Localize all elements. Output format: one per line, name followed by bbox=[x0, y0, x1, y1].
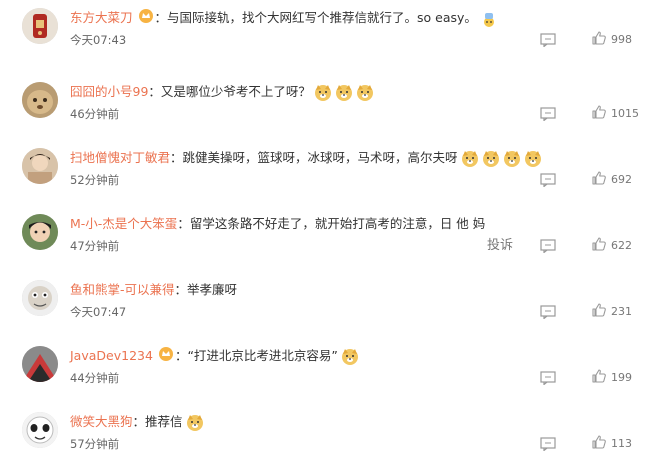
comment-item: 扫地僧愧对丁敏君：跳健美操呀，篮球呀，冰球呀，马术呀，高尔夫呀 52分钟前 69… bbox=[0, 140, 660, 206]
comment-time: 47分钟前 bbox=[70, 239, 120, 253]
thumbs-up-icon[interactable] bbox=[591, 302, 607, 318]
comment-time: 今天07:43 bbox=[70, 33, 127, 47]
comment-time: 今天07:47 bbox=[70, 305, 127, 319]
comment-time: 57分钟前 bbox=[70, 437, 120, 451]
username-link[interactable]: 微笑大黑狗 bbox=[70, 414, 133, 429]
reply-icon[interactable] bbox=[540, 172, 556, 188]
vip-crown-icon bbox=[158, 346, 173, 367]
comment-text: “打进北京比考进北京容易” bbox=[187, 348, 338, 363]
username-link[interactable]: JavaDev1234 bbox=[70, 348, 153, 363]
doge-icon bbox=[356, 84, 374, 102]
comment-time: 52分钟前 bbox=[70, 173, 120, 187]
comment-item: M-小-杰是个大笨蛋：留学这条路不好走了，就开始打高考的注意，日 他 妈 47分… bbox=[0, 206, 660, 272]
comment-text: 与国际接轨，找个大网红写个推荐信就行了。so easy。 bbox=[167, 10, 477, 25]
doge-icon bbox=[314, 84, 332, 102]
avatar[interactable] bbox=[22, 8, 58, 44]
doge-icon bbox=[186, 414, 204, 432]
comment-time: 44分钟前 bbox=[70, 371, 120, 385]
avatar[interactable] bbox=[22, 346, 58, 382]
thumbs-up-icon[interactable] bbox=[591, 434, 607, 450]
avatar[interactable] bbox=[22, 412, 58, 448]
username-link[interactable]: 扫地僧愧对丁敏君 bbox=[70, 150, 170, 165]
comment-time: 46分钟前 bbox=[70, 107, 120, 121]
comment-text: 留学这条路不好走了，就开始打高考的注意，日 他 妈 bbox=[189, 216, 486, 231]
reply-icon[interactable] bbox=[540, 370, 556, 386]
avatar[interactable] bbox=[22, 148, 58, 184]
doge-icon bbox=[482, 150, 500, 168]
reply-icon[interactable] bbox=[540, 238, 556, 254]
doge-icon bbox=[341, 348, 359, 366]
avatar[interactable] bbox=[22, 214, 58, 250]
reply-icon[interactable] bbox=[540, 106, 556, 122]
doge-icon bbox=[524, 150, 542, 168]
comment-text: 举孝廉呀 bbox=[187, 282, 238, 297]
thumbs-up-icon[interactable] bbox=[591, 104, 607, 120]
comment-item: 微笑大黑狗：推荐信 57分钟前 113 bbox=[0, 404, 660, 470]
like-count: 622 bbox=[611, 239, 632, 252]
like-count: 998 bbox=[611, 33, 632, 46]
username-link[interactable]: 囧囧的小号99 bbox=[70, 84, 148, 99]
avatar[interactable] bbox=[22, 280, 58, 316]
comment-list: 东方大菜刀 ：与国际接轨，找个大网红写个推荐信就行了。so easy。 今天07:… bbox=[0, 0, 660, 460]
thumbs-up-icon[interactable] bbox=[591, 368, 607, 384]
username-link[interactable]: 东方大菜刀 bbox=[70, 10, 133, 25]
comment-item: 东方大菜刀 ：与国际接轨，找个大网红写个推荐信就行了。so easy。 今天07:… bbox=[0, 0, 660, 66]
doge-icon bbox=[503, 150, 521, 168]
like-count: 231 bbox=[611, 305, 632, 318]
like-count: 199 bbox=[611, 371, 632, 384]
comment-text: 推荐信 bbox=[145, 414, 183, 429]
doge-icon bbox=[461, 150, 479, 168]
comment-text: 又是哪位少爷考不上了呀？ bbox=[160, 84, 311, 99]
username-link[interactable]: M-小-杰是个大笨蛋 bbox=[70, 216, 177, 231]
like-count: 692 bbox=[611, 173, 632, 186]
thumbs-up-icon[interactable] bbox=[591, 30, 607, 46]
comment-item: 鱼和熊掌-可以兼得：举孝廉呀 今天07:47 231 bbox=[0, 272, 660, 338]
reply-icon[interactable] bbox=[540, 436, 556, 452]
doge-icon-small bbox=[480, 10, 498, 28]
like-count: 1015 bbox=[611, 107, 639, 120]
vip-crown-icon bbox=[138, 8, 153, 29]
comment-item: JavaDev1234 ：“打进北京比考进北京容易” 44分钟前 199 bbox=[0, 338, 660, 404]
reply-icon[interactable] bbox=[540, 304, 556, 320]
comment-item: 囧囧的小号99：又是哪位少爷考不上了呀？ 46分钟前 1015 bbox=[0, 74, 660, 140]
thumbs-up-icon[interactable] bbox=[591, 170, 607, 186]
avatar[interactable] bbox=[22, 82, 58, 118]
doge-icon bbox=[335, 84, 353, 102]
reply-icon[interactable] bbox=[540, 32, 556, 48]
thumbs-up-icon[interactable] bbox=[591, 236, 607, 252]
like-count: 113 bbox=[611, 437, 632, 450]
comment-text: 跳健美操呀，篮球呀，冰球呀，马术呀，高尔夫呀 bbox=[182, 150, 458, 165]
report-link[interactable]: 投诉 bbox=[487, 234, 513, 253]
username-link[interactable]: 鱼和熊掌-可以兼得 bbox=[70, 282, 175, 297]
